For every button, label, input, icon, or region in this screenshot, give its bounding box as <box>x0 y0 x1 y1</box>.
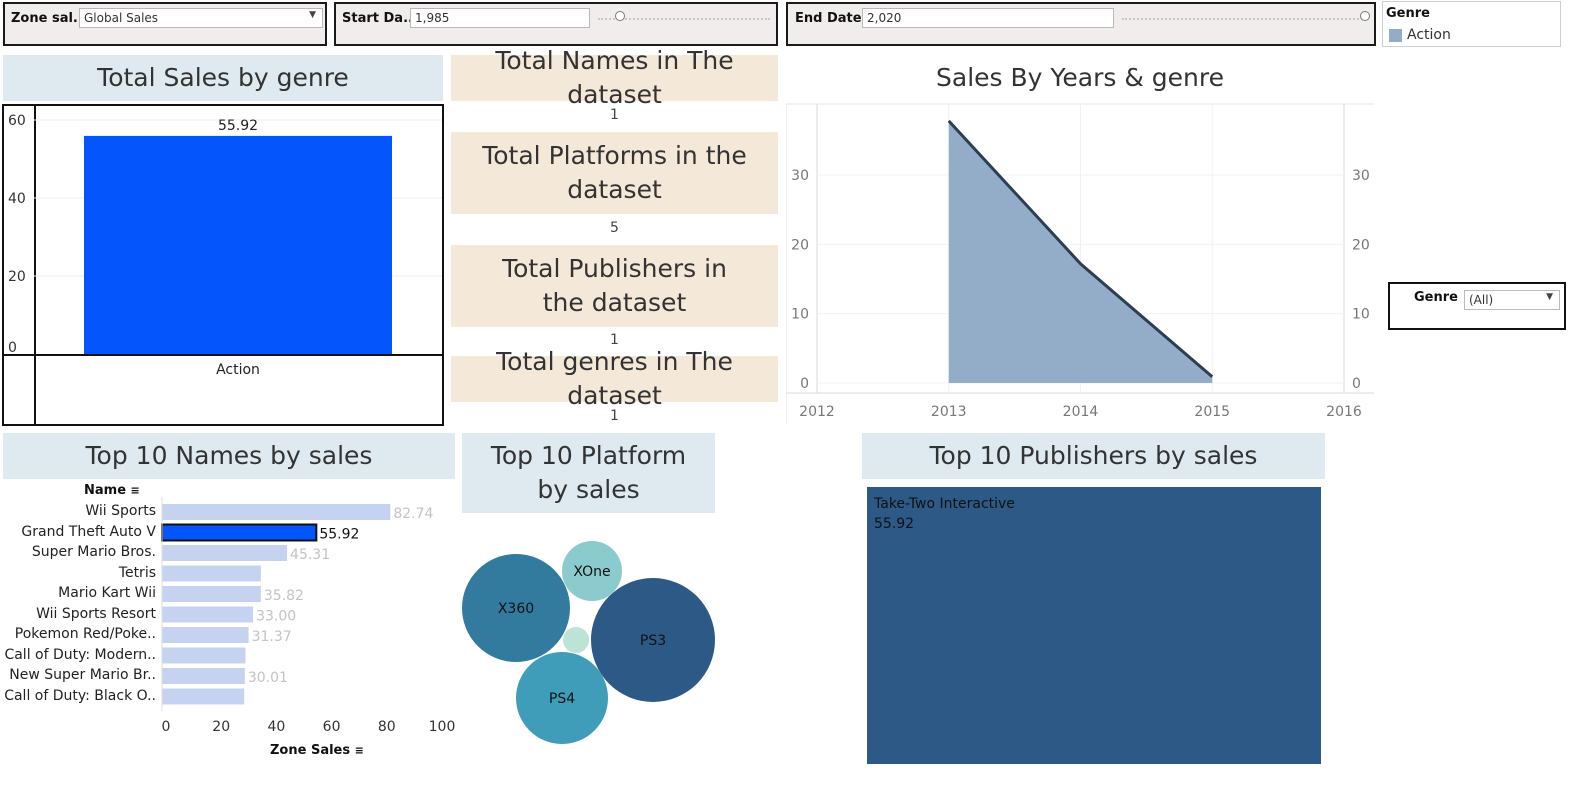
name-row-label[interactable]: Pokemon Red/Poke.. <box>15 626 156 642</box>
name-row-label[interactable]: Wii Sports <box>85 503 156 519</box>
name-row-label[interactable]: Wii Sports Resort <box>36 606 156 622</box>
years-x-tick: 2015 <box>1194 404 1230 420</box>
end-date-slider-handle[interactable] <box>1360 11 1370 21</box>
publisher-value: 55.92 <box>874 516 915 532</box>
name-bar[interactable] <box>162 586 261 602</box>
kpi-genres-title: Total genres in The dataset <box>451 347 778 410</box>
platform-chart-title: Top 10 Platform by sales <box>462 433 715 513</box>
platform-bubble-other[interactable] <box>563 627 589 653</box>
years-y-tick-right: 20 <box>1352 237 1370 253</box>
name-bar[interactable] <box>161 523 318 542</box>
kpi-platforms-value: 5 <box>610 220 619 236</box>
name-bar-value: 82.74 <box>393 506 433 522</box>
names-x-tick: 60 <box>323 719 341 735</box>
end-date-slider-track[interactable] <box>1122 18 1366 20</box>
platform-bubble-label: PS3 <box>640 633 666 649</box>
publisher-treemap-tile[interactable]: Take-Two Interactive 55.92 <box>867 487 1321 764</box>
genre-category-label: Action <box>216 362 260 378</box>
name-bar[interactable] <box>162 545 288 561</box>
name-bar[interactable] <box>162 688 245 705</box>
names-x-tick: 20 <box>212 719 230 735</box>
platform-bubble-chart: PS3 X360 PS4 XOne <box>462 541 715 744</box>
chevron-down-icon: ▼ <box>309 10 316 20</box>
start-date-label: Start Da.. <box>342 11 410 26</box>
sort-icon[interactable]: ≡ <box>355 744 364 757</box>
years-y-tick-left: 10 <box>791 307 809 323</box>
years-y-tick-left: 0 <box>800 376 809 392</box>
name-row-label[interactable]: Grand Theft Auto V <box>21 524 156 540</box>
names-bar-chart: 82.74 55.92 45.31 35.82 33.00 31.37 30.01 0 20 40… <box>161 497 456 735</box>
kpi-platforms-title: Total Platforms in the dataset <box>451 132 778 214</box>
years-y-tick-left: 20 <box>791 237 809 253</box>
names-x-tick: 80 <box>378 719 396 735</box>
start-date-filter: Start Da.. 1,985 <box>334 2 778 46</box>
genre-filter: Genre (All) ▼ <box>1388 282 1566 330</box>
end-date-input[interactable]: 2,020 <box>862 8 1114 28</box>
legend-swatch[interactable] <box>1389 29 1402 42</box>
name-bar[interactable] <box>162 668 245 684</box>
kpi-genres-value: 1 <box>610 408 619 424</box>
genre-bar-label: 55.92 <box>218 118 258 134</box>
names-x-tick: 0 <box>162 719 171 735</box>
names-labels: Wii Sports Grand Theft Auto V Super Mario … <box>0 0 157 797</box>
name-row-label[interactable]: New Super Mario Br.. <box>9 667 156 683</box>
genre-filter-label: Genre <box>1414 290 1458 305</box>
end-date-filter: End Date 2,020 <box>786 2 1376 46</box>
genre-dropdown-value: (All) <box>1469 293 1494 307</box>
years-x-tick: 2016 <box>1326 404 1362 420</box>
end-date-label: End Date <box>795 11 862 26</box>
name-row-label[interactable]: Tetris <box>119 565 156 581</box>
years-x-tick: 2013 <box>931 404 967 420</box>
platform-bubble-label: XOne <box>573 564 610 580</box>
years-y-tick-right: 10 <box>1352 307 1370 323</box>
name-row-label[interactable]: Super Mario Bros. <box>32 544 156 560</box>
names-x-tick: 40 <box>267 719 285 735</box>
end-date-value: 2,020 <box>867 11 902 25</box>
name-bar-value: 31.37 <box>252 629 292 645</box>
years-y-tick-right: 30 <box>1352 168 1370 184</box>
start-date-input[interactable]: 1,985 <box>410 8 590 28</box>
name-bar[interactable] <box>162 565 261 582</box>
platform-bubble-label: PS4 <box>549 691 575 707</box>
kpi-publishers-title: Total Publishers in the dataset <box>451 245 778 327</box>
name-bar[interactable] <box>162 504 391 520</box>
years-y-tick-left: 30 <box>791 168 809 184</box>
genre-legend-title: Genre <box>1386 6 1430 21</box>
zone-sales-axis-label: Zone Sales <box>270 743 351 758</box>
years-y-tick-right: 0 <box>1352 376 1361 392</box>
name-row-label[interactable]: Call of Duty: Black O.. <box>4 688 156 704</box>
name-bar[interactable] <box>162 606 254 623</box>
name-row-label[interactable]: Mario Kart Wii <box>58 585 156 601</box>
name-bar[interactable] <box>162 647 246 664</box>
years-x-tick: 2014 <box>1063 404 1099 420</box>
publisher-chart-title: Top 10 Publishers by sales <box>862 433 1325 479</box>
name-row-label[interactable]: Call of Duty: Modern.. <box>4 647 156 663</box>
years-area-chart: 0 0 10 10 20 20 30 30 2012 2013 2014 2015 2016 <box>786 103 1374 425</box>
legend-item-action[interactable]: Action <box>1407 27 1451 43</box>
zone-sales-axis-title[interactable]: Zone Sales ≡ <box>270 743 364 758</box>
platform-bubble-label: X360 <box>498 601 534 617</box>
name-bar-value: 55.92 <box>319 527 359 543</box>
start-date-slider-handle[interactable] <box>615 11 625 21</box>
names-x-tick: 100 <box>429 719 456 735</box>
genre-legend: Genre Action <box>1382 1 1561 47</box>
years-x-tick: 2012 <box>799 404 835 420</box>
kpi-names-value: 1 <box>610 107 619 123</box>
name-bar-value: 33.00 <box>256 609 296 625</box>
genre-dropdown[interactable]: (All) ▼ <box>1464 290 1560 310</box>
chevron-down-icon: ▼ <box>1546 292 1553 302</box>
name-bar-value: 45.31 <box>290 547 330 563</box>
kpi-names-title: Total Names in The dataset <box>451 46 778 109</box>
name-bar-value: 35.82 <box>264 588 304 604</box>
start-date-value: 1,985 <box>415 11 450 25</box>
years-chart-title: Sales By Years & genre <box>936 63 1224 92</box>
name-bar[interactable] <box>162 627 249 643</box>
publisher-name: Take-Two Interactive <box>874 496 1015 512</box>
name-bar-value: 30.01 <box>248 670 288 686</box>
